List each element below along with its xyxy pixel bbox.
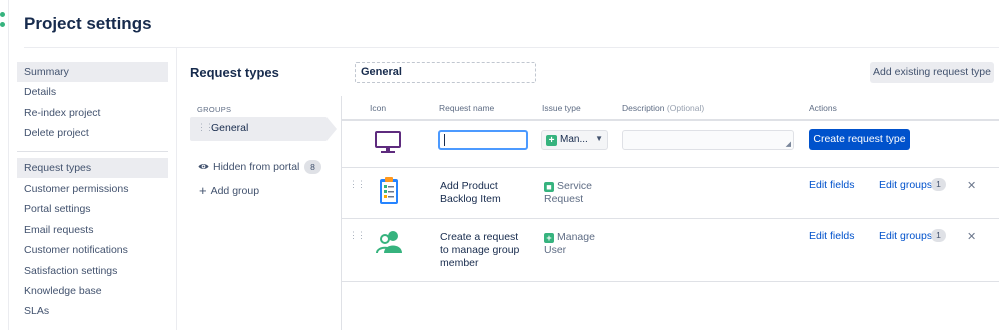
issue-type-selected-label: Man... xyxy=(560,134,588,145)
optional-hint: (Optional) xyxy=(666,103,705,113)
sidebar-item-customer-permissions[interactable]: Customer permissions xyxy=(17,179,168,199)
edit-groups-link[interactable]: Edit groups xyxy=(879,179,932,191)
groups-count-badge: 1 xyxy=(931,178,946,191)
add-existing-request-type-button[interactable]: Add existing request type xyxy=(870,62,994,83)
issue-type: ■ Service Request xyxy=(544,180,604,206)
delete-icon[interactable]: ✕ xyxy=(967,179,976,192)
groups-count-badge: 1 xyxy=(931,229,946,242)
page-header: Project settings xyxy=(24,0,999,48)
sidebar-item-summary[interactable]: Summary xyxy=(17,62,168,82)
group-selected-arrow xyxy=(327,117,337,141)
sidebar-item-slas[interactable]: SLAs xyxy=(17,301,168,321)
column-header-actions: Actions xyxy=(809,103,837,113)
sidebar-item-email-requests[interactable]: Email requests xyxy=(17,220,168,240)
sidebar-item-reindex-project[interactable]: Re-index project xyxy=(17,103,168,123)
sidebar-divider xyxy=(17,151,168,152)
table-row: ⋮⋮ Add Product Backlog Item ■ Service Req… xyxy=(342,168,999,219)
edit-fields-link[interactable]: Edit fields xyxy=(809,230,855,242)
sidebar-item-customer-notifications[interactable]: Customer notifications xyxy=(17,240,168,260)
column-header-icon: Icon xyxy=(370,103,387,113)
sidebar-item-portal-settings[interactable]: Portal settings xyxy=(17,199,168,219)
group-item-general[interactable]: ⋮⋮ General xyxy=(190,117,327,141)
column-header-issue-type: Issue type xyxy=(542,103,581,113)
column-header-request-name: Request name xyxy=(439,103,495,113)
edit-groups-link[interactable]: Edit groups xyxy=(879,230,932,242)
drag-handle-icon[interactable]: ⋮⋮ xyxy=(349,230,366,241)
sidebar-item-request-types[interactable]: Request types xyxy=(17,158,168,178)
group-name-field[interactable]: General xyxy=(355,62,536,83)
issue-type-select[interactable]: + Man... ▼ xyxy=(541,130,608,150)
table-row: ⋮⋮ Create a request to manage group memb… xyxy=(342,219,999,281)
request-types-table: Icon Request name Issue type Description… xyxy=(341,96,999,330)
issue-type: + Manage User xyxy=(544,231,604,257)
delete-icon[interactable]: ✕ xyxy=(967,230,976,243)
group-item-label: General xyxy=(211,122,249,134)
hidden-from-portal-label: Hidden from portal xyxy=(213,161,300,173)
clipboard-checklist-icon xyxy=(380,177,398,204)
monitor-icon[interactable] xyxy=(375,131,401,155)
row-divider xyxy=(342,281,999,282)
sidebar-item-delete-project[interactable]: Delete project xyxy=(17,123,168,143)
add-group-label: Add group xyxy=(210,185,260,197)
chevron-down-icon: ▼ xyxy=(595,134,603,143)
sidebar-item-details[interactable]: Details xyxy=(17,82,168,102)
add-group-button[interactable]: + Add group xyxy=(199,182,260,198)
eye-icon xyxy=(198,164,209,169)
hidden-count-badge: 8 xyxy=(304,160,321,174)
section-title: Request types xyxy=(190,65,279,80)
settings-sidebar: Summary Details Re-index project Delete … xyxy=(9,48,177,330)
description-input[interactable]: ◢ xyxy=(622,130,794,150)
app-strip xyxy=(0,0,9,330)
plus-icon: + xyxy=(199,183,207,198)
header-divider xyxy=(342,119,999,121)
sidebar-item-satisfaction-settings[interactable]: Satisfaction settings xyxy=(17,261,168,281)
request-name-input[interactable] xyxy=(438,130,528,150)
text-caret xyxy=(444,134,445,146)
groups-heading: GROUPS xyxy=(197,105,232,114)
resize-handle-icon[interactable]: ◢ xyxy=(786,140,791,148)
service-request-type-icon: ■ xyxy=(544,182,554,192)
column-header-description-label: Description xyxy=(622,103,665,113)
request-name: Add Product Backlog Item xyxy=(440,180,501,205)
manage-user-type-icon: + xyxy=(544,233,554,243)
drag-handle-icon[interactable]: ⋮⋮ xyxy=(349,179,366,190)
status-dot-icon xyxy=(0,12,5,17)
sidebar-item-knowledge-base[interactable]: Knowledge base xyxy=(17,281,168,301)
status-dot-icon xyxy=(0,22,5,27)
request-name: Create a request to manage group member xyxy=(440,231,520,269)
users-icon xyxy=(376,231,402,254)
edit-fields-link[interactable]: Edit fields xyxy=(809,179,855,191)
create-request-type-button[interactable]: Create request type xyxy=(809,129,910,150)
manage-user-type-icon: + xyxy=(546,135,557,146)
column-header-description: Description (Optional) xyxy=(622,103,704,113)
page-title: Project settings xyxy=(24,14,152,33)
